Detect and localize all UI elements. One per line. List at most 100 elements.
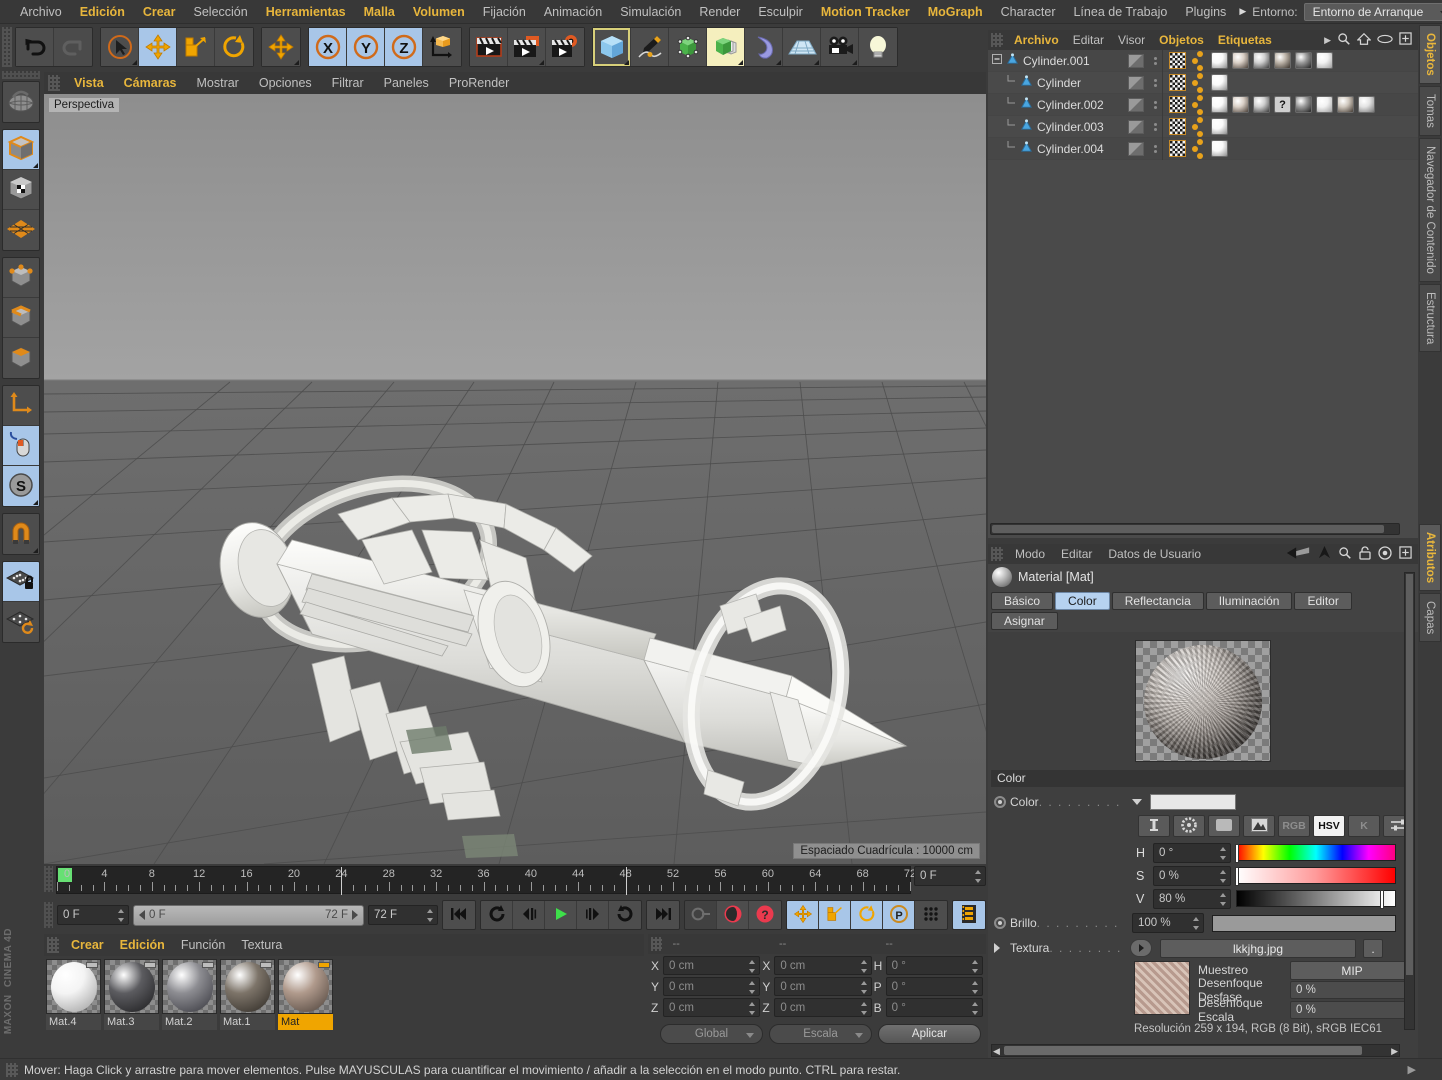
range-left-arrow-icon[interactable] bbox=[139, 910, 145, 920]
hsv-h-spinner[interactable] bbox=[1220, 846, 1227, 860]
color-wheel-mode[interactable] bbox=[1173, 815, 1205, 837]
points-mode-button[interactable] bbox=[3, 258, 39, 298]
object-tag-list[interactable] bbox=[1169, 138, 1228, 159]
texture-path-field[interactable]: lkkjhg.jpg bbox=[1160, 938, 1356, 958]
texture-tag-icon[interactable] bbox=[1169, 74, 1186, 91]
material-tag-icon[interactable] bbox=[1211, 96, 1228, 113]
muestreo-select[interactable]: MIP bbox=[1290, 960, 1414, 980]
viewport-menu-cámaras[interactable]: Cámaras bbox=[114, 76, 187, 90]
hsv-h-input[interactable]: 0 ° bbox=[1153, 842, 1231, 863]
world-move-tool[interactable] bbox=[262, 28, 300, 66]
menu-item-malla[interactable]: Malla bbox=[355, 1, 404, 23]
workplane-lock-button[interactable] bbox=[3, 562, 39, 602]
add-panel-icon[interactable] bbox=[1399, 546, 1412, 562]
menu-item-simulación[interactable]: Simulación bbox=[611, 1, 690, 23]
blur-offset-input[interactable]: 0 % bbox=[1290, 981, 1414, 999]
size-mode-select[interactable]: Escala bbox=[769, 1024, 872, 1044]
render-settings-button[interactable] bbox=[546, 28, 584, 66]
coordinates-grip[interactable] bbox=[651, 937, 663, 951]
render-view-button[interactable] bbox=[470, 28, 508, 66]
record-question-button[interactable]: ? bbox=[749, 901, 781, 929]
viewport-menu-mostrar[interactable]: Mostrar bbox=[186, 76, 248, 90]
toolbar-grip[interactable] bbox=[2, 27, 12, 67]
attribute-manager-grip[interactable] bbox=[991, 547, 1003, 561]
material-tag-icon[interactable] bbox=[1295, 96, 1312, 113]
target-icon[interactable] bbox=[1378, 545, 1392, 563]
material-name-label[interactable]: Mat.1 bbox=[220, 1014, 275, 1030]
attribute-tab-editor[interactable]: Editor bbox=[1294, 592, 1352, 610]
status-bar-grip[interactable] bbox=[6, 1062, 18, 1077]
position-z-input[interactable]: 0 cm bbox=[663, 998, 761, 1017]
material-tag-icon[interactable] bbox=[1316, 52, 1333, 69]
material-name-label[interactable]: Mat.2 bbox=[162, 1014, 217, 1030]
play-button[interactable] bbox=[545, 901, 577, 929]
undo-button[interactable] bbox=[16, 28, 54, 66]
color-spectrum-mode[interactable] bbox=[1208, 815, 1240, 837]
object-row-name[interactable]: Cylinder.003 bbox=[988, 118, 1128, 135]
object-enable-dots[interactable] bbox=[1148, 122, 1162, 131]
timeline-range-scrubber[interactable]: 0 F 72 F bbox=[133, 904, 364, 926]
object-manager-hscrollbar[interactable] bbox=[990, 523, 1400, 535]
vertical-tab-tomas[interactable]: Tomas bbox=[1419, 85, 1441, 136]
material-thumbnail[interactable] bbox=[220, 959, 275, 1014]
menu-item-línea-de-trabajo[interactable]: Línea de Trabajo bbox=[1064, 1, 1176, 23]
vertical-tab-navegador-de-contenido[interactable]: Navegador de Contenido bbox=[1419, 137, 1441, 282]
material-name-label[interactable]: Mat bbox=[278, 1014, 333, 1030]
array-button[interactable] bbox=[707, 28, 745, 66]
go-to-end-button[interactable] bbox=[647, 901, 679, 929]
material-tag-icon[interactable] bbox=[1316, 96, 1333, 113]
workplane-align-button[interactable] bbox=[3, 602, 39, 642]
menu-item-selección[interactable]: Selección bbox=[185, 1, 257, 23]
autokey-toggle[interactable] bbox=[685, 901, 717, 929]
object-enable-dots[interactable] bbox=[1148, 56, 1162, 65]
scene-floor-button[interactable] bbox=[783, 28, 821, 66]
rotation-b-input[interactable]: 0 ° bbox=[885, 998, 983, 1017]
camera-button[interactable] bbox=[821, 28, 859, 66]
hsv-v-spinner[interactable] bbox=[1220, 892, 1227, 906]
viewport-canvas[interactable]: Y X Z Perspectiva Espaciado Cuadrícula :… bbox=[44, 94, 986, 864]
material-menu-edición[interactable]: Edición bbox=[112, 938, 173, 952]
generator-button[interactable] bbox=[669, 28, 707, 66]
material-item[interactable]: Mat.4 bbox=[46, 959, 101, 1030]
menu-overflow-arrow[interactable]: ▶ bbox=[1235, 6, 1250, 17]
polygons-mode-button[interactable] bbox=[3, 338, 39, 378]
object-tree[interactable]: Cylinder.001 Cylinder Cylinder.002? Cylinde… bbox=[988, 49, 1418, 160]
material-thumbnail[interactable] bbox=[104, 959, 159, 1014]
keyframe-position-toggle[interactable] bbox=[787, 901, 819, 929]
edges-mode-button[interactable] bbox=[3, 298, 39, 338]
menu-item-fijación[interactable]: Fijación bbox=[474, 1, 535, 23]
color-channel-toggle[interactable] bbox=[994, 796, 1006, 808]
texture-browse-button[interactable]: . bbox=[1363, 938, 1383, 958]
next-key-button[interactable] bbox=[609, 901, 641, 929]
viewport-solo-button[interactable] bbox=[3, 426, 39, 466]
material-item[interactable]: Mat.1 bbox=[220, 959, 275, 1030]
vertical-tab-atributos[interactable]: Atributos bbox=[1419, 523, 1441, 592]
status-bar-expand-arrow[interactable]: ▶ bbox=[1408, 1063, 1416, 1076]
phong-tag-icon[interactable] bbox=[1190, 50, 1207, 71]
material-tag-icon[interactable] bbox=[1274, 52, 1291, 69]
go-to-start-button[interactable] bbox=[443, 901, 475, 929]
material-menu-crear[interactable]: Crear bbox=[63, 938, 112, 952]
size-z-spinner[interactable] bbox=[860, 1002, 868, 1015]
home-icon[interactable] bbox=[1356, 32, 1372, 49]
object-menu-visor[interactable]: Visor bbox=[1111, 33, 1152, 47]
rotation-p-input[interactable]: 0 ° bbox=[885, 977, 983, 996]
position-x-spinner[interactable] bbox=[749, 960, 756, 973]
viewport-menu-prorender[interactable]: ProRender bbox=[439, 76, 519, 90]
phong-tag-icon[interactable] bbox=[1190, 72, 1207, 93]
vertical-tab-objetos[interactable]: Objetos bbox=[1419, 25, 1441, 84]
material-name-label[interactable]: Mat.4 bbox=[46, 1014, 101, 1030]
phong-tag-icon[interactable] bbox=[1190, 94, 1207, 115]
menu-item-render[interactable]: Render bbox=[690, 1, 749, 23]
object-tag-list[interactable] bbox=[1169, 50, 1333, 71]
object-visibility-toggle[interactable] bbox=[1128, 141, 1144, 156]
attribute-menu-modo[interactable]: Modo bbox=[1007, 547, 1053, 561]
attribute-tab-color[interactable]: Color bbox=[1055, 592, 1110, 610]
object-row[interactable]: Cylinder.002? bbox=[988, 93, 1418, 116]
hscroll-right-arrow-icon[interactable]: ▶ bbox=[1391, 1046, 1398, 1057]
object-tag-list[interactable] bbox=[1169, 116, 1228, 137]
viewport-menu-opciones[interactable]: Opciones bbox=[249, 76, 322, 90]
hsv-h-knob[interactable] bbox=[1235, 844, 1239, 863]
frame-spinner[interactable] bbox=[975, 870, 982, 883]
brillo-slider[interactable] bbox=[1212, 914, 1396, 932]
